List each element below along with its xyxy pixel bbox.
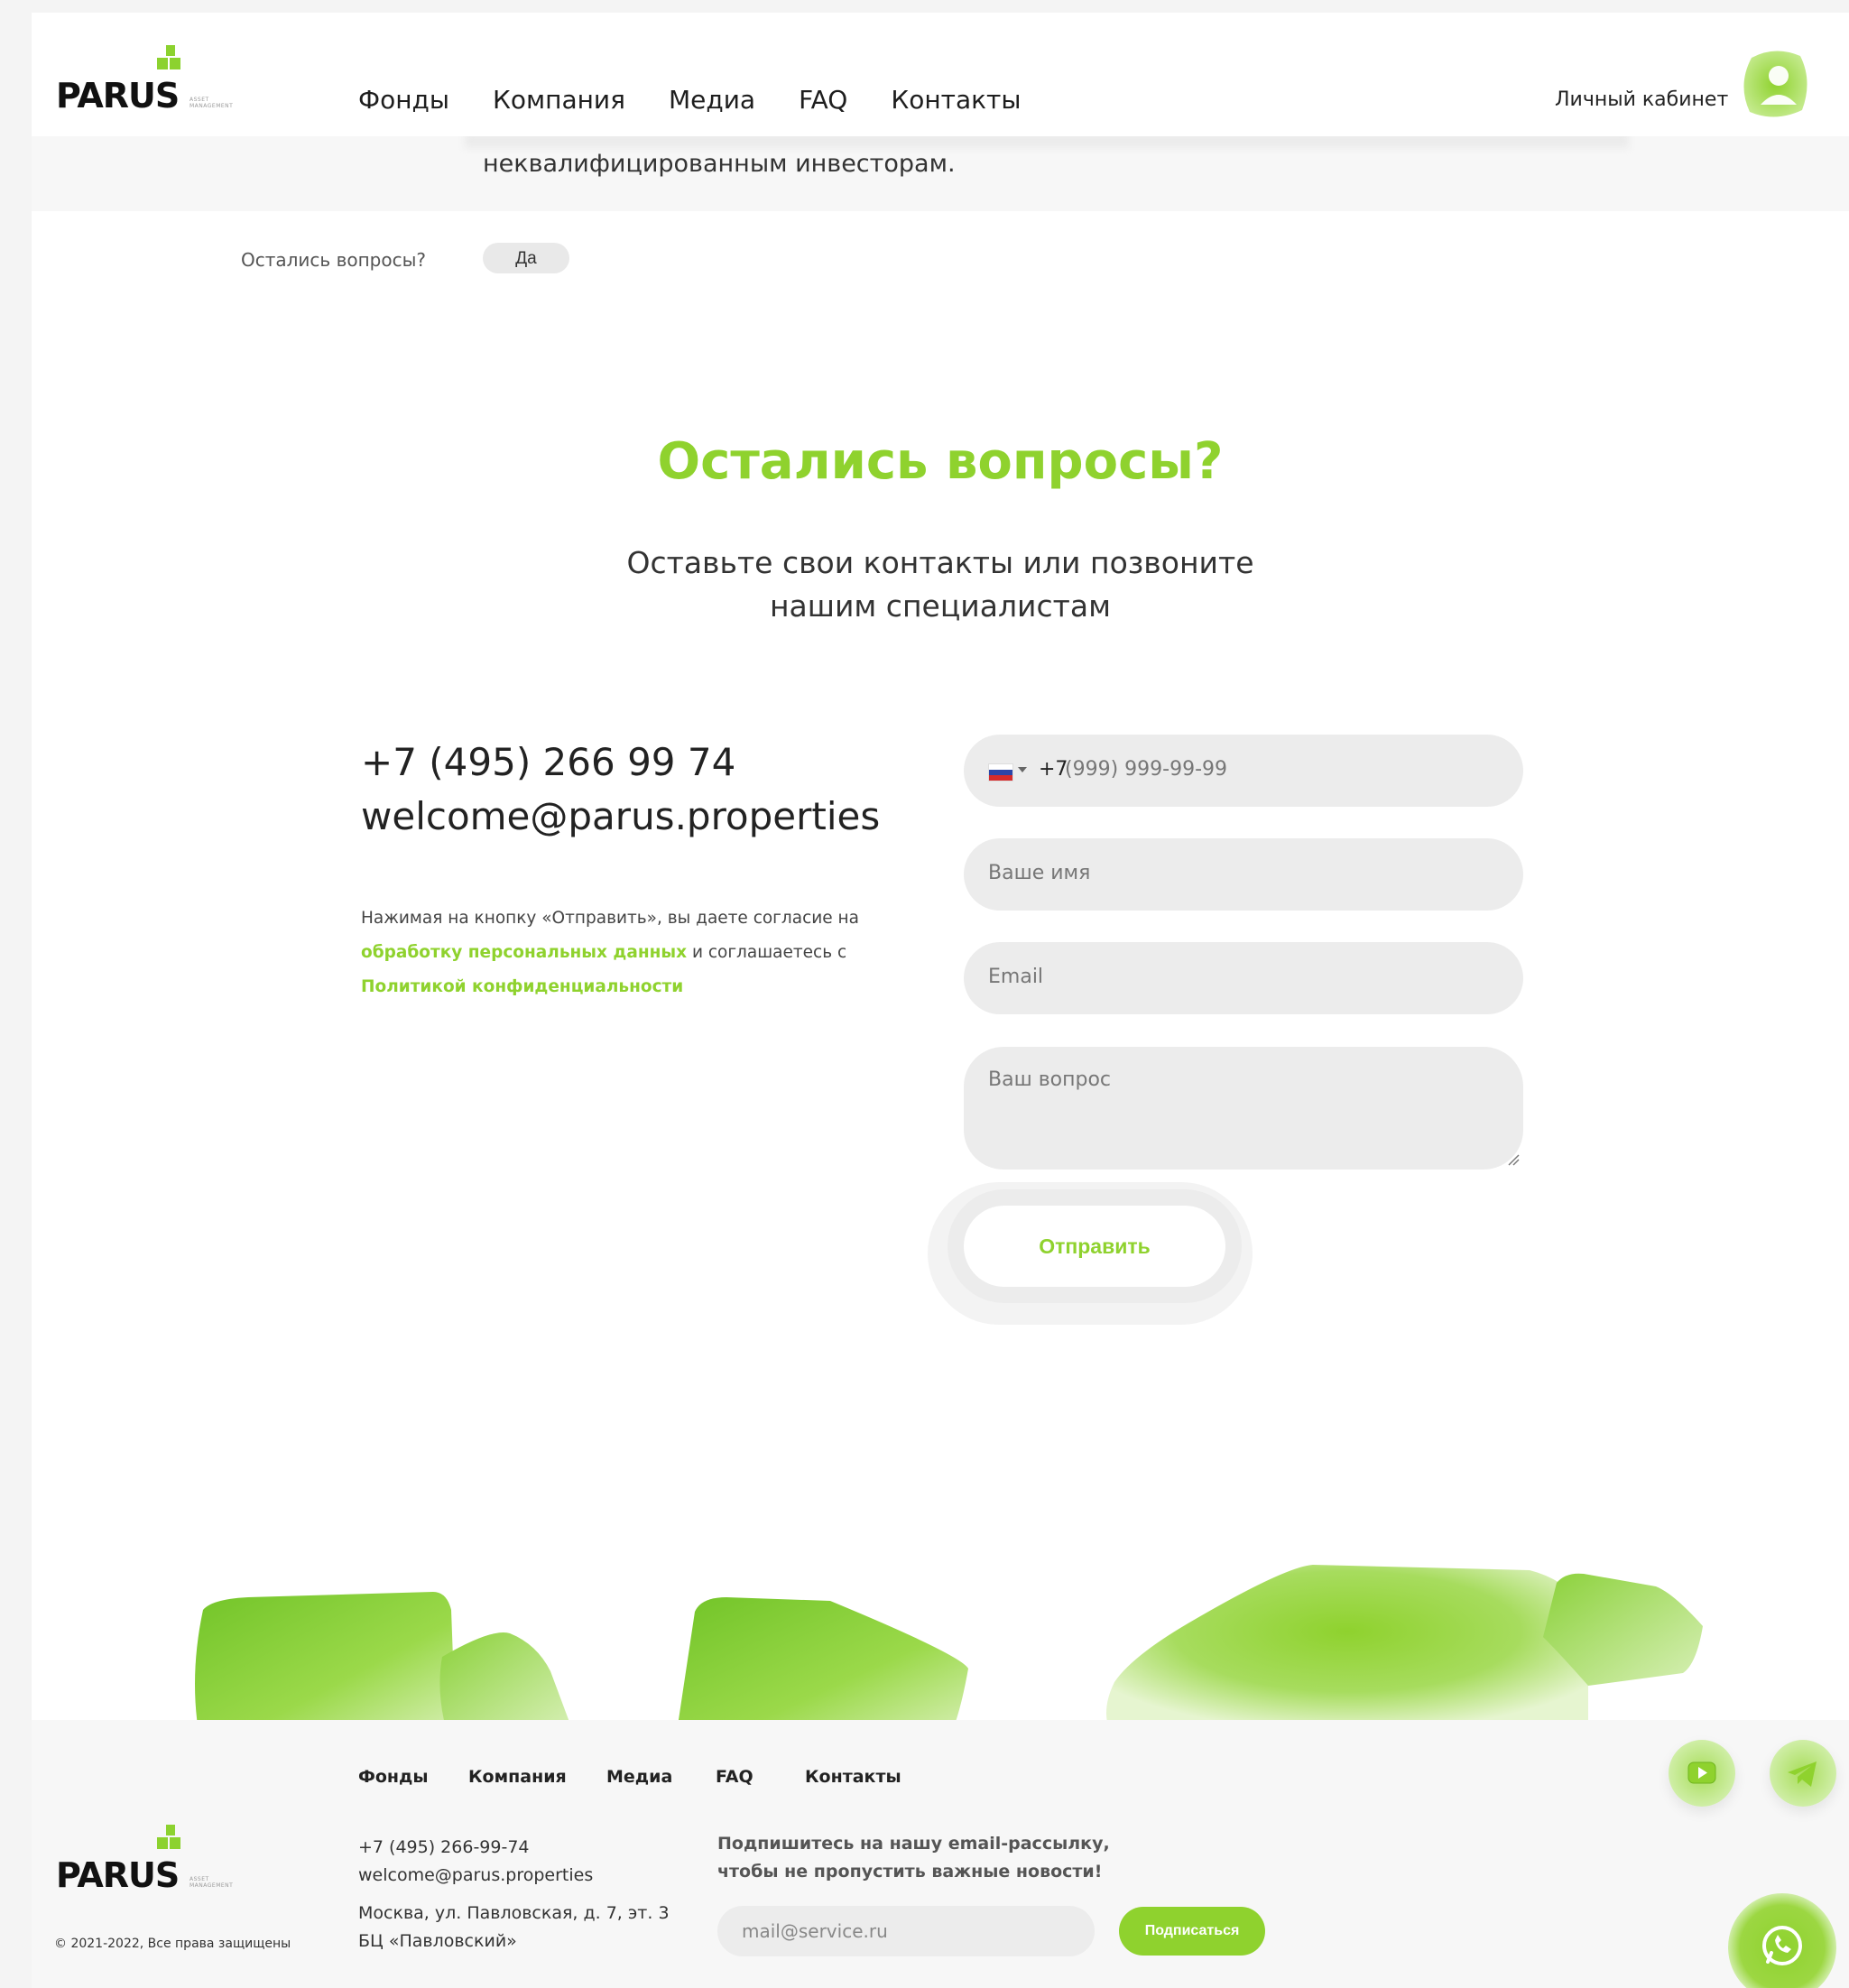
consent-text: Нажимая на кнопку «Отправить», вы даете … [361,902,884,1004]
page: PARUS ASSET MANAGEMENT Фонды Компания Ме… [32,13,1849,1988]
footer-address: Москва, ул. Павловская, д. 7, эт. 3 БЦ «… [358,1900,670,1956]
nav-company[interactable]: Компания [493,85,625,115]
footer-nav-company[interactable]: Компания [468,1767,567,1787]
subscribe-placeholder: mail@service.ru [742,1920,888,1942]
telegram-icon[interactable] [1770,1740,1836,1807]
name-field[interactable]: Ваше имя [964,838,1523,911]
phone-field[interactable]: +7 (999) 999-99-99 [964,735,1523,807]
footer-email[interactable]: welcome@parus.properties [358,1862,593,1890]
resize-handle-icon[interactable] [1507,1153,1520,1166]
header-nav: Фонды Компания Медиа FAQ Контакты [358,85,1064,115]
youtube-icon[interactable] [1669,1740,1735,1807]
footer-phone[interactable]: +7 (495) 266-99-74 [358,1834,593,1862]
phone-country-code: +7 [1039,758,1068,781]
consent-mid: и соглашаетесь с [687,943,847,962]
footer-address-line2: БЦ «Павловский» [358,1931,517,1951]
footer-contacts: +7 (495) 266-99-74 welcome@parus.propert… [358,1834,593,1890]
nav-contacts[interactable]: Контакты [891,85,1021,115]
privacy-policy-link[interactable]: Политикой конфиденциальности [361,977,683,996]
name-placeholder: Ваше имя [988,862,1091,884]
nav-media[interactable]: Медиа [669,85,755,115]
whatsapp-icon[interactable] [1728,1893,1836,1988]
footer-address-line1: Москва, ул. Павловская, д. 7, эт. 3 [358,1903,670,1923]
subscribe-line1: Подпишитесь на нашу email-рассылку, [717,1834,1110,1854]
cube-shape [195,1592,456,1732]
email-field[interactable]: Email [964,942,1523,1014]
contact-subtitle-line2: нашим специалистам [769,588,1111,624]
cube-shape [1106,1565,1588,1732]
personal-cabinet-link[interactable]: Личный кабинет [1555,88,1728,111]
copyright: © 2021-2022, Все права защищены [54,1937,291,1951]
logo-subtext: ASSET MANAGEMENT [190,97,234,109]
contact-subtitle-line1: Оставьте свои контакты или позвоните [626,545,1254,580]
chevron-down-icon[interactable] [1018,767,1027,772]
question-placeholder: Ваш вопрос [988,1068,1112,1091]
faq-answer-tail: неквалифицированным инвесторам. [483,150,956,178]
subscribe-button[interactable]: Подписаться [1119,1907,1265,1956]
cube-shape [677,1597,968,1732]
russia-flag-icon[interactable] [988,763,1013,781]
header-logo[interactable]: PARUS ASSET MANAGEMENT [56,29,282,119]
user-icon[interactable] [1735,45,1813,123]
submit-button[interactable]: Отправить [964,1206,1225,1287]
contact-subtitle: Оставьте свои контакты или позвоните наш… [32,541,1849,628]
personal-data-link[interactable]: обработку персональных данных [361,943,687,962]
footer-nav-funds[interactable]: Фонды [358,1767,429,1787]
footer-logo[interactable]: PARUS ASSET MANAGEMENT [56,1808,282,1899]
footer-logo-subtext: ASSET MANAGEMENT [190,1876,234,1889]
footer-logo-wordmark: PARUS [56,1855,180,1895]
cube-shape [439,1632,573,1732]
logo-wordmark: PARUS [56,76,180,116]
subscribe-text: Подпишитесь на нашу email-рассылку, чтоб… [717,1830,1110,1886]
phone-placeholder: (999) 999-99-99 [1065,758,1228,781]
nav-faq[interactable]: FAQ [799,85,847,115]
contact-phone[interactable]: +7 (495) 266 99 74 [361,740,735,784]
email-placeholder: Email [988,966,1044,988]
subscribe-email-input[interactable]: mail@service.ru [717,1906,1095,1956]
contact-title: Остались вопросы? [657,432,1224,491]
faq-question-label: Остались вопросы? [241,249,426,271]
question-textarea[interactable]: Ваш вопрос [964,1047,1523,1170]
faq-yes-chip[interactable]: Да [483,243,569,273]
site-header [32,13,1849,136]
footer-nav-media[interactable]: Медиа [606,1767,672,1787]
contact-email[interactable]: welcome@parus.properties [361,794,880,838]
footer-nav-faq[interactable]: FAQ [716,1767,753,1787]
nav-funds[interactable]: Фонды [358,85,449,115]
consent-pre: Нажимая на кнопку «Отправить», вы даете … [361,909,859,928]
footer-nav-contacts[interactable]: Контакты [805,1767,901,1787]
subscribe-line2: чтобы не пропустить важные новости! [717,1862,1103,1882]
